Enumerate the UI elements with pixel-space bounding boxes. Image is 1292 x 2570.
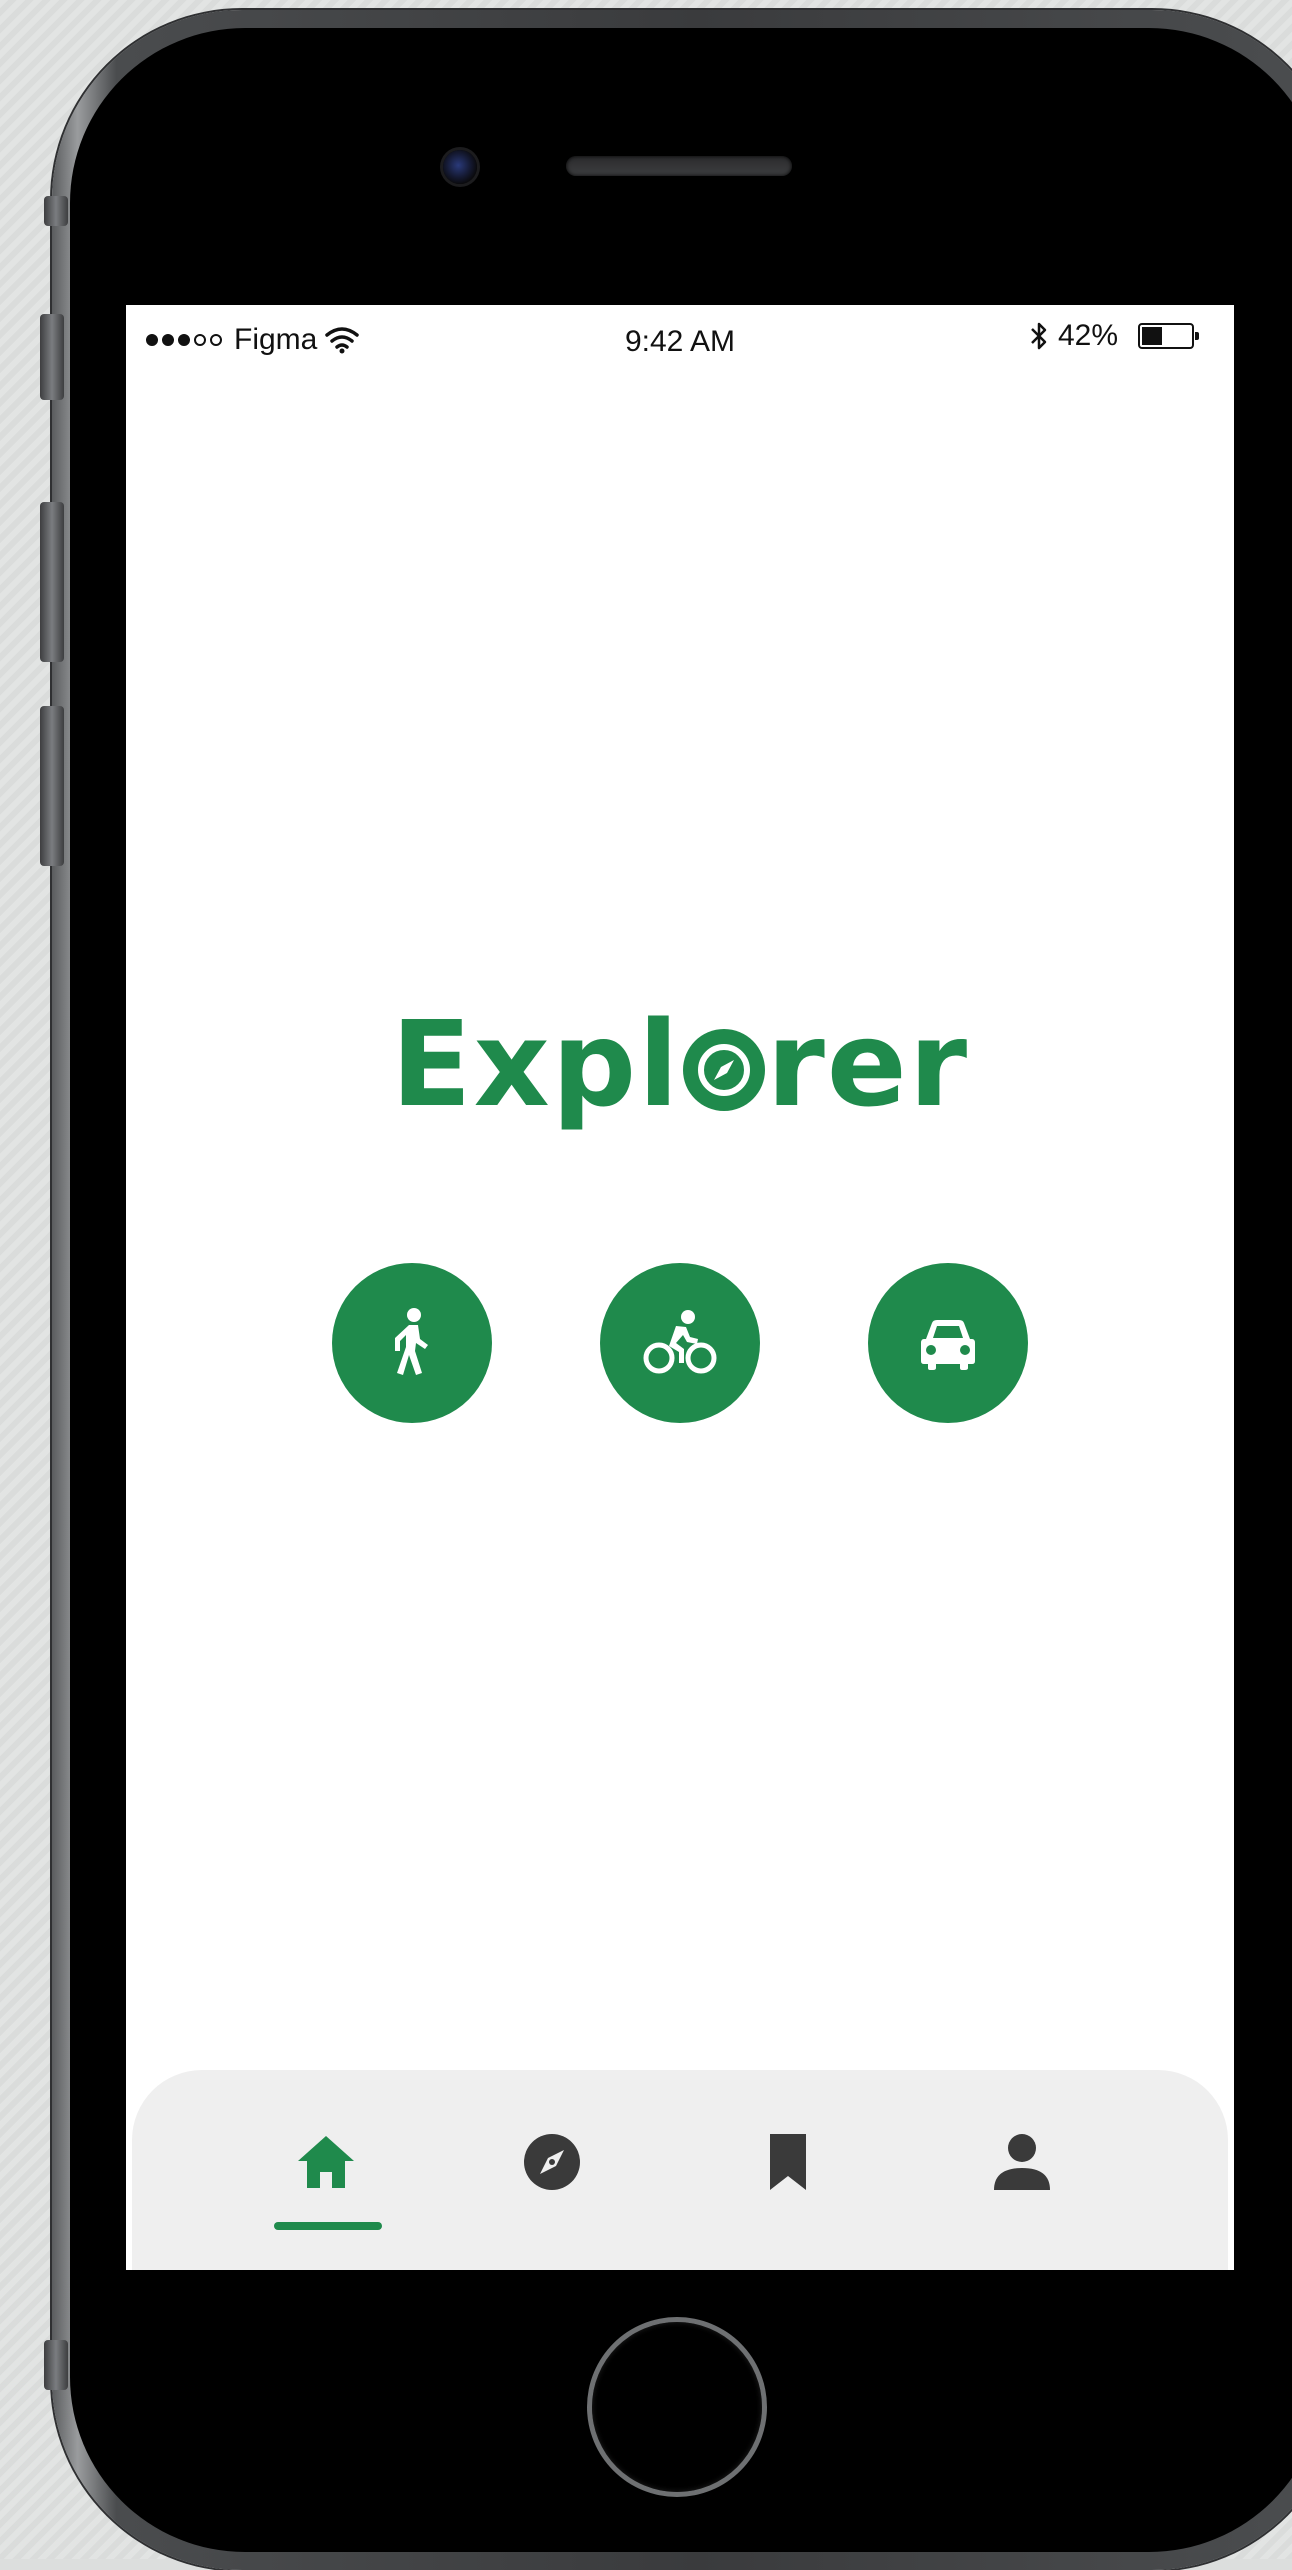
active-tab-indicator (274, 2222, 382, 2230)
car-mode-button[interactable] (868, 1263, 1028, 1423)
logo-text-start: Expl (390, 995, 681, 1133)
battery-percent: 42% (1057, 319, 1118, 352)
bottom-tab-bar (132, 2070, 1228, 2270)
person-icon (994, 2134, 1050, 2190)
volume-up-button (40, 502, 64, 662)
bike-icon (643, 1310, 717, 1374)
front-camera (443, 150, 477, 184)
mute-switch (44, 196, 68, 226)
compass-icon (524, 2134, 580, 2190)
tab-explore[interactable] (502, 2130, 602, 2230)
logo-compass-icon (682, 1029, 765, 1111)
phone-edge-bottom (44, 2340, 68, 2390)
transport-mode-selector (126, 1263, 1234, 1423)
walk-icon (395, 1308, 428, 1375)
tab-saved[interactable] (738, 2130, 838, 2230)
status-bar: Figma 9:42 AM 42% (126, 305, 1234, 375)
status-right: 42% (1030, 319, 1199, 353)
walk-mode-button[interactable] (332, 1263, 492, 1423)
home-button[interactable] (592, 2322, 762, 2492)
car-icon (921, 1320, 975, 1370)
logo-text-end: rer (766, 995, 970, 1133)
tab-profile[interactable] (972, 2130, 1072, 2230)
silent-button (40, 314, 64, 400)
battery-level (1142, 327, 1163, 345)
battery-icon (1138, 323, 1199, 349)
bookmark-icon (770, 2134, 806, 2190)
bluetooth-icon (1031, 322, 1047, 350)
earpiece-speaker (566, 156, 792, 176)
bike-mode-button[interactable] (600, 1263, 760, 1423)
home-icon (298, 2136, 354, 2188)
volume-down-button (40, 706, 64, 866)
tab-home[interactable] (276, 2130, 376, 2230)
app-logo: Expl rer (126, 995, 1234, 1133)
app-screen: Figma 9:42 AM 42% Expl rer (126, 305, 1234, 2270)
